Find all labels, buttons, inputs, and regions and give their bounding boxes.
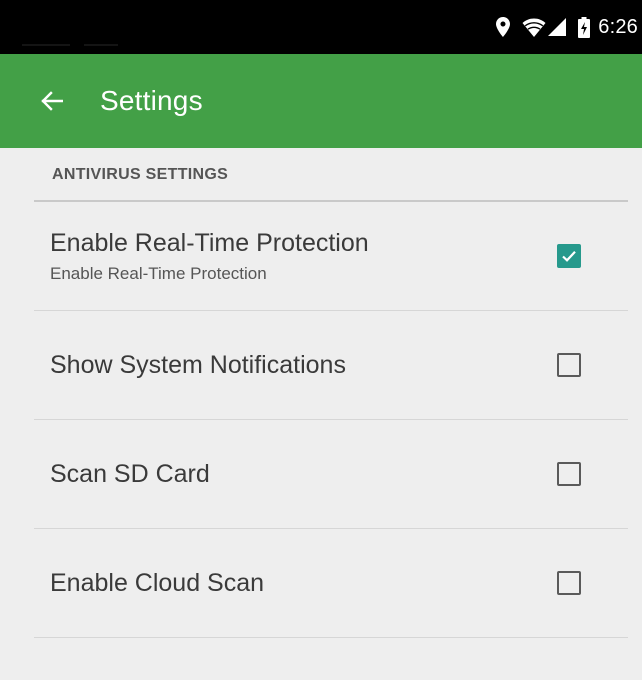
setting-summary: Enable Real-Time Protection [50,264,267,283]
setting-title: Enable Cloud Scan [50,569,265,597]
setting-row-system-notifications[interactable]: Show System Notifications [0,311,642,420]
setting-title: Show System Notifications [50,351,346,379]
battery-charging-icon [578,16,591,38]
scan-sd-card-checkbox[interactable] [557,462,581,486]
status-bar: 6:26 [0,0,642,54]
setting-row-real-time-protection[interactable]: Enable Real-Time Protection Enable Real-… [0,202,642,311]
setting-row-cloud-scan[interactable]: Enable Cloud Scan [0,529,642,638]
setting-text: Show System Notifications [50,311,346,419]
location-icon [496,17,511,37]
setting-text: Enable Real-Time Protection Enable Real-… [50,202,369,310]
signal-icon [548,18,567,36]
setting-row-scan-sd-card[interactable]: Scan SD Card [0,420,642,529]
status-bar-notification-hint [22,44,70,46]
settings-list: Enable Real-Time Protection Enable Real-… [0,202,642,638]
system-notifications-checkbox[interactable] [557,353,581,377]
back-button[interactable] [32,81,72,121]
status-clock: 6:26 [598,15,638,38]
status-icons: 6:26 [496,0,638,54]
arrow-left-icon [41,91,63,111]
section-header: ANTIVIRUS SETTINGS [52,166,229,183]
setting-title: Scan SD Card [50,460,210,488]
real-time-protection-checkbox[interactable] [557,244,581,268]
cloud-scan-checkbox[interactable] [557,571,581,595]
page-title: Settings [100,85,203,116]
wifi-icon [522,18,546,37]
setting-text: Enable Cloud Scan [50,529,264,637]
app-bar: Settings [0,54,642,148]
check-icon [562,251,576,262]
status-bar-notification-hint [84,44,118,46]
setting-title: Enable Real-Time Protection [50,229,369,257]
setting-text: Scan SD Card [50,420,210,528]
